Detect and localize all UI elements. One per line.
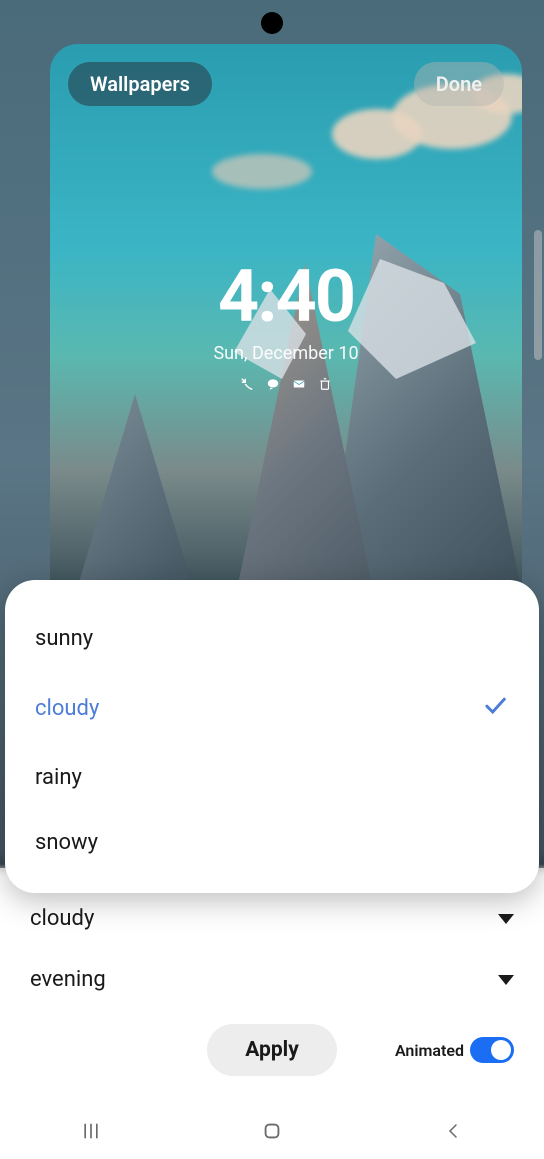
mail-icon: [291, 376, 307, 392]
back-button[interactable]: [423, 1111, 483, 1151]
animated-label: Animated: [395, 1041, 464, 1060]
check-icon: [481, 691, 509, 725]
home-button[interactable]: [242, 1111, 302, 1151]
settings-panel: cloudy evening Apply Animated: [0, 868, 544, 1159]
navigation-bar: [0, 1103, 544, 1159]
weather-dropdown[interactable]: cloudy: [30, 888, 514, 949]
recents-button[interactable]: [61, 1111, 121, 1151]
dropdown-value: evening: [30, 967, 106, 992]
option-sunny[interactable]: sunny: [35, 606, 509, 671]
done-button[interactable]: Done: [414, 62, 504, 106]
trash-icon: [317, 376, 333, 392]
option-label: cloudy: [35, 696, 99, 721]
message-icon: [265, 376, 281, 392]
time-of-day-dropdown[interactable]: evening: [30, 949, 514, 1010]
lockscreen-clock: 4:40 Sun, December 10: [50, 254, 522, 392]
weather-options-popup: sunny cloudy rainy snowy: [5, 580, 539, 893]
option-label: rainy: [35, 765, 82, 790]
option-snowy[interactable]: snowy: [35, 810, 509, 875]
missed-call-icon: [239, 376, 255, 392]
clock-time: 4:40: [50, 254, 522, 339]
animated-toggle[interactable]: [470, 1037, 514, 1063]
option-cloudy[interactable]: cloudy: [35, 671, 509, 745]
scrollbar[interactable]: [534, 230, 542, 360]
wallpapers-button[interactable]: Wallpapers: [68, 62, 212, 106]
option-label: sunny: [35, 626, 93, 651]
option-rainy[interactable]: rainy: [35, 745, 509, 810]
chevron-down-icon: [498, 914, 514, 924]
camera-cutout: [261, 12, 283, 34]
apply-button[interactable]: Apply: [207, 1024, 337, 1076]
clock-date: Sun, December 10: [50, 343, 522, 364]
dropdown-value: cloudy: [30, 906, 94, 931]
option-label: snowy: [35, 830, 98, 855]
chevron-down-icon: [498, 975, 514, 985]
notification-icons-row: [50, 376, 522, 392]
